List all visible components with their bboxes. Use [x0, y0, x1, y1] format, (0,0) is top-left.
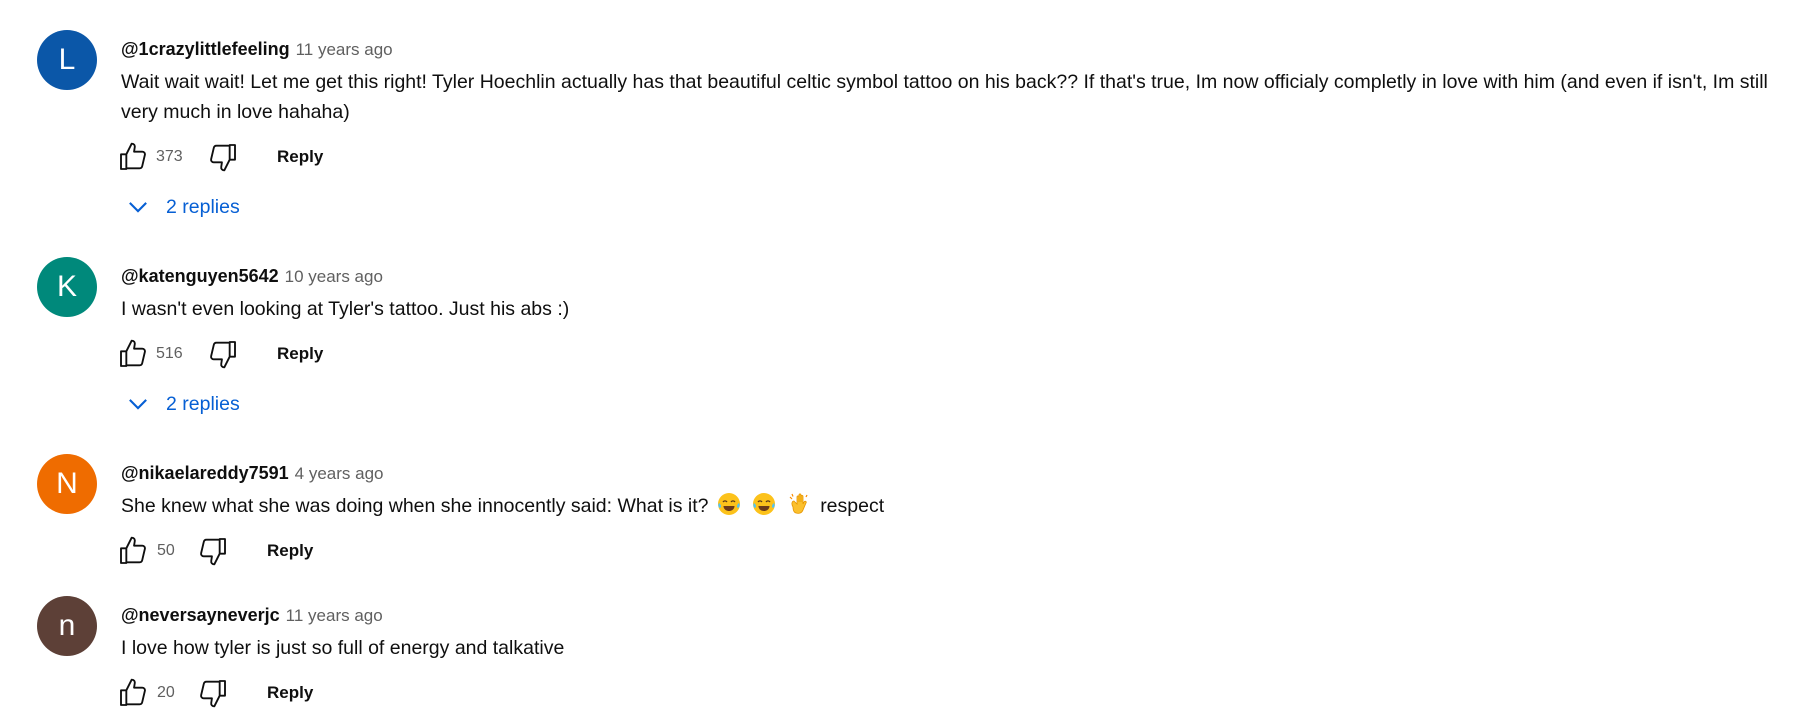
- avatar[interactable]: n: [37, 596, 97, 656]
- replies-label: 2 replies: [166, 195, 240, 218]
- reply-button[interactable]: Reply: [277, 137, 323, 177]
- comment-body: @katenguyen5642 10 years ago I wasn't eve…: [120, 264, 1801, 422]
- thumbs-up-icon: [120, 678, 146, 706]
- view-replies-button[interactable]: 2 replies: [121, 189, 1801, 225]
- thumbs-down-icon: [200, 538, 226, 566]
- comment-toolbar: 516 Reply: [120, 334, 1801, 374]
- chevron-down-icon: [129, 399, 147, 410]
- comment-text-part: respect: [820, 495, 885, 517]
- reply-button[interactable]: Reply: [267, 673, 313, 713]
- replies-label: 2 replies: [166, 392, 240, 415]
- comment-header: @neversayneverjc 11 years ago: [121, 603, 1801, 627]
- comment-toolbar: 20 Reply: [120, 673, 1801, 713]
- comment-body: @nikaelareddy7591 4 years ago She knew wh…: [120, 461, 1801, 571]
- dislike-button[interactable]: [207, 137, 239, 177]
- thumbs-up-icon: [120, 536, 146, 564]
- comment-toolbar: 373 Reply: [120, 137, 1801, 177]
- author-name[interactable]: @katenguyen5642: [121, 266, 279, 286]
- author-name[interactable]: @1crazylittlefeeling: [121, 39, 290, 59]
- thumbs-up-icon: [120, 142, 146, 170]
- chevron-down-icon: [129, 202, 147, 213]
- dislike-button[interactable]: [197, 531, 229, 571]
- timestamp[interactable]: 10 years ago: [285, 267, 383, 286]
- thumbs-down-icon: [210, 144, 236, 172]
- comment-text: Wait wait wait! Let me get this right! T…: [121, 71, 1768, 123]
- thumbs-down-icon: [200, 680, 226, 708]
- like-count: 20: [157, 684, 175, 701]
- dislike-button[interactable]: [207, 334, 239, 374]
- reply-button[interactable]: Reply: [277, 334, 323, 374]
- like-button[interactable]: [117, 531, 149, 571]
- comment-header: @katenguyen5642 10 years ago: [121, 264, 1801, 288]
- tears-of-joy-emoji: [717, 493, 740, 515]
- avatar[interactable]: K: [37, 257, 97, 317]
- comment-body: @neversayneverjc 11 years ago I love how …: [120, 603, 1801, 713]
- like-button[interactable]: [117, 334, 149, 374]
- dislike-button[interactable]: [197, 673, 229, 713]
- like-button[interactable]: [117, 673, 149, 713]
- reply-button[interactable]: Reply: [267, 531, 313, 571]
- comment-body: @1crazylittlefeeling 11 years ago Wait wa…: [120, 37, 1801, 225]
- comment-text-part: She knew what she was doing when she inn…: [121, 495, 709, 517]
- comment-text: She knew what she was doing when she inn…: [121, 491, 1801, 521]
- author-name[interactable]: @nikaelareddy7591: [121, 463, 289, 483]
- comment-header: @1crazylittlefeeling 11 years ago: [121, 37, 1801, 61]
- like-count: 516: [156, 345, 183, 362]
- avatar[interactable]: L: [37, 30, 97, 90]
- view-replies-button[interactable]: 2 replies: [121, 386, 1801, 422]
- thumbs-up-icon: [120, 339, 146, 367]
- like-button[interactable]: [117, 137, 149, 177]
- timestamp[interactable]: 11 years ago: [286, 606, 383, 625]
- comment-header: @nikaelareddy7591 4 years ago: [121, 461, 1801, 485]
- thumbs-down-icon: [210, 341, 236, 369]
- avatar[interactable]: N: [37, 454, 97, 514]
- clapping-hands-emoji: [789, 493, 808, 514]
- timestamp[interactable]: 11 years ago: [296, 40, 393, 59]
- tears-of-joy-emoji: [753, 493, 776, 515]
- comment-toolbar: 50 Reply: [120, 531, 1801, 571]
- author-name[interactable]: @neversayneverjc: [121, 605, 280, 625]
- timestamp[interactable]: 4 years ago: [295, 464, 384, 483]
- like-count: 50: [157, 542, 175, 559]
- comment-text: I wasn't even looking at Tyler's tattoo.…: [121, 298, 570, 320]
- comment-text: I love how tyler is just so full of ener…: [121, 637, 565, 659]
- like-count: 373: [156, 148, 183, 165]
